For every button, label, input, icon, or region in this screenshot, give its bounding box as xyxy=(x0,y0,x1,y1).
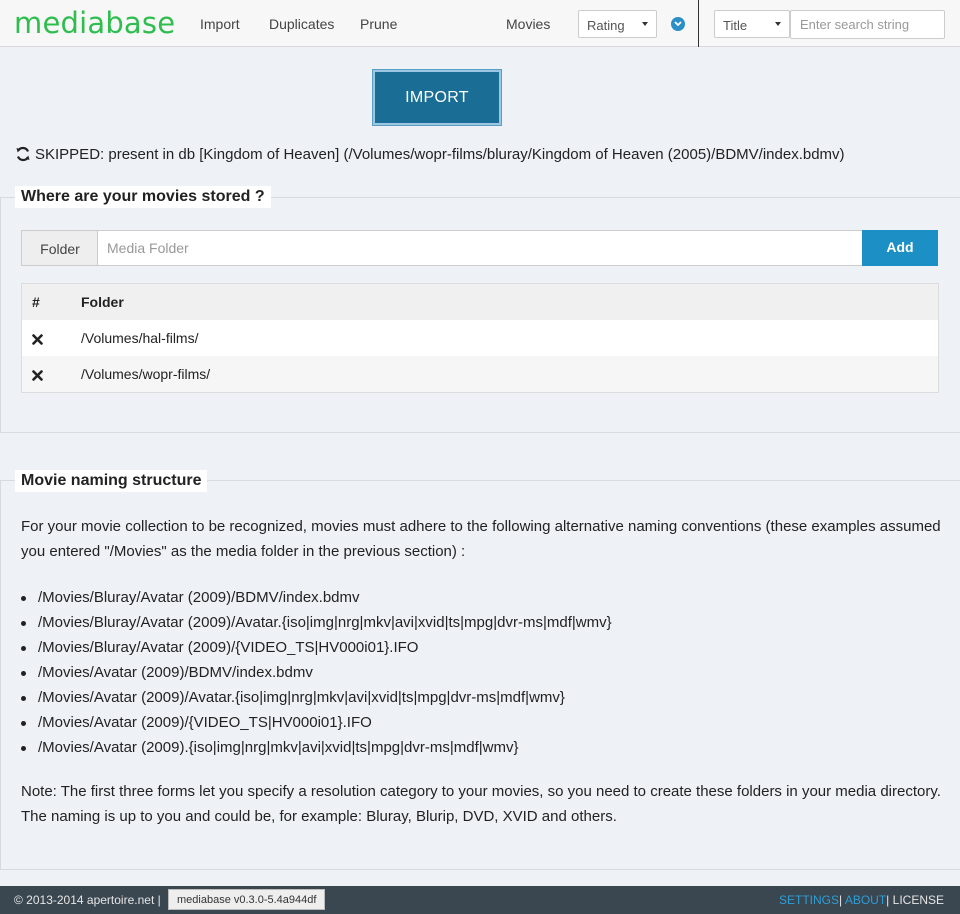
footer-separator: | xyxy=(839,893,843,907)
folder-addon-label: Folder xyxy=(21,230,98,266)
naming-examples-list: /Movies/Bluray/Avatar (2009)/BDMV/index.… xyxy=(21,585,612,760)
storage-legend: Where are your movies stored ? xyxy=(15,186,271,208)
table-header-row: # Folder xyxy=(22,284,938,320)
sort-select[interactable]: Rating xyxy=(578,10,657,38)
naming-legend: Movie naming structure xyxy=(15,470,208,492)
list-item: /Movies/Bluray/Avatar (2009)/BDMV/index.… xyxy=(21,585,612,610)
table-row: /Volumes/hal-films/ xyxy=(22,320,938,356)
chevron-down-icon xyxy=(642,22,648,26)
folder-table: # Folder /Volumes/hal-films/ /Volumes/wo… xyxy=(21,283,939,393)
nav-prune[interactable]: Prune xyxy=(360,16,397,32)
list-item: /Movies/Avatar (2009).{iso|img|nrg|mkv|a… xyxy=(21,735,612,760)
folder-path: /Volumes/wopr-films/ xyxy=(81,366,211,382)
table-header-index: # xyxy=(32,294,40,310)
import-status: SKIPPED: present in db [Kingdom of Heave… xyxy=(15,146,845,166)
list-item: /Movies/Avatar (2009)/{VIDEO_TS|HV000i01… xyxy=(21,710,612,735)
list-item: /Movies/Avatar (2009)/BDMV/index.bdmv xyxy=(21,660,612,685)
nav-movies[interactable]: Movies xyxy=(506,16,550,32)
remove-icon[interactable] xyxy=(32,332,43,348)
navbar: mediabase Import Duplicates Prune Movies… xyxy=(0,0,960,47)
field-select-value: Title xyxy=(723,18,748,33)
field-select[interactable]: Title xyxy=(714,10,790,38)
chevron-down-icon xyxy=(775,22,781,26)
check-icon xyxy=(674,21,682,27)
list-item: /Movies/Bluray/Avatar (2009)/Avatar.{iso… xyxy=(21,610,612,635)
table-header-folder: Folder xyxy=(81,294,124,310)
list-item: /Movies/Bluray/Avatar (2009)/{VIDEO_TS|H… xyxy=(21,635,612,660)
nav-import[interactable]: Import xyxy=(200,16,240,32)
import-button[interactable]: IMPORT xyxy=(373,70,501,125)
nav-divider xyxy=(698,0,699,47)
nav-duplicates[interactable]: Duplicates xyxy=(269,16,334,32)
brand-logo[interactable]: mediabase xyxy=(14,6,175,40)
license-link[interactable]: LICENSE xyxy=(893,893,944,907)
search-input[interactable] xyxy=(790,10,945,39)
sort-order-icon[interactable] xyxy=(671,17,685,31)
footer-links: SETTINGS| ABOUT| LICENSE xyxy=(779,893,944,907)
footer-copyright: © 2013-2014 apertoire.net | xyxy=(14,893,161,907)
version-badge: mediabase v0.3.0-5.4a944df xyxy=(168,889,326,910)
remove-icon[interactable] xyxy=(32,368,43,384)
media-folder-input[interactable] xyxy=(97,230,863,266)
naming-intro: For your movie collection to be recogniz… xyxy=(21,518,941,560)
naming-note: Note: The first three forms let you spec… xyxy=(21,783,941,825)
import-status-text: SKIPPED: present in db [Kingdom of Heave… xyxy=(35,146,845,163)
add-folder-button[interactable]: Add xyxy=(862,230,938,266)
sync-icon xyxy=(15,146,31,166)
footer: © 2013-2014 apertoire.net | mediabase v0… xyxy=(0,886,960,914)
table-row: /Volumes/wopr-films/ xyxy=(22,356,938,392)
about-link[interactable]: ABOUT xyxy=(845,893,886,907)
folder-path: /Volumes/hal-films/ xyxy=(81,330,199,346)
footer-separator: | xyxy=(886,893,890,907)
list-item: /Movies/Avatar (2009)/Avatar.{iso|img|nr… xyxy=(21,685,612,710)
settings-link[interactable]: SETTINGS xyxy=(779,893,839,907)
sort-select-value: Rating xyxy=(587,18,625,33)
